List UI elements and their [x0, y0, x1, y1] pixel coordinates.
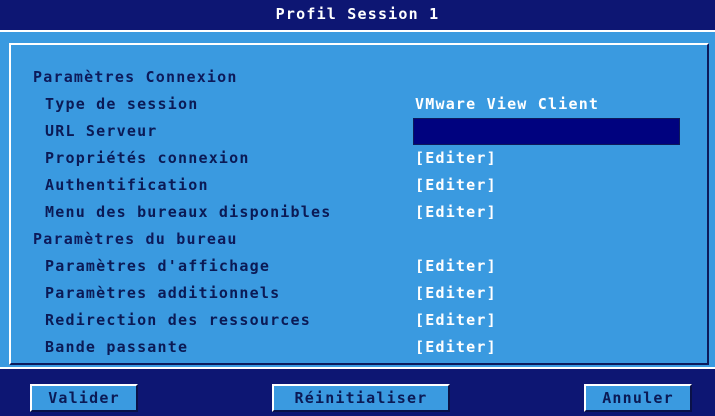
title-bar: Profil Session 1	[0, 0, 715, 32]
section-heading-connexion: Paramètres Connexion	[33, 68, 238, 86]
reset-button[interactable]: Réinitialiser	[272, 384, 450, 412]
additional-settings-edit-button[interactable]: [Editer]	[415, 284, 497, 304]
server-url-input[interactable]	[413, 118, 680, 145]
authentication-edit-button[interactable]: [Editer]	[415, 176, 497, 196]
bandwidth-label: Bande passante	[45, 338, 189, 356]
authentication-label: Authentification	[45, 176, 209, 194]
session-type-value[interactable]: VMware View Client	[415, 95, 599, 115]
resource-redirection-label: Redirection des ressources	[45, 311, 311, 329]
desktops-menu-edit-button[interactable]: [Editer]	[415, 203, 497, 223]
validate-button[interactable]: Valider	[30, 384, 138, 412]
connection-properties-label: Propriétés connexion	[45, 149, 250, 167]
display-settings-edit-button[interactable]: [Editer]	[415, 257, 497, 277]
additional-settings-label: Paramètres additionnels	[45, 284, 281, 302]
connection-properties-edit-button[interactable]: [Editer]	[415, 149, 497, 169]
dialog-title: Profil Session 1	[275, 5, 440, 23]
bandwidth-edit-button[interactable]: [Editer]	[415, 338, 497, 358]
profile-dialog: Profil Session 1 Paramètres Connexion Ty…	[0, 0, 715, 416]
session-type-label: Type de session	[45, 95, 199, 113]
section-heading-bureau: Paramètres du bureau	[33, 230, 238, 248]
display-settings-label: Paramètres d'affichage	[45, 257, 271, 275]
resource-redirection-edit-button[interactable]: [Editer]	[415, 311, 497, 331]
server-url-label: URL Serveur	[45, 122, 158, 140]
desktops-menu-label: Menu des bureaux disponibles	[45, 203, 332, 221]
cancel-button[interactable]: Annuler	[584, 384, 692, 412]
